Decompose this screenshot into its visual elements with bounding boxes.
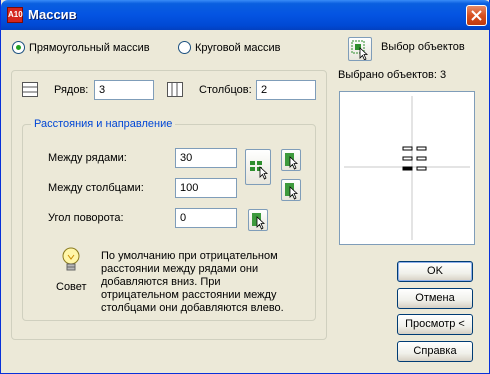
select-objects-icon <box>351 40 369 61</box>
rectangular-array-label: Прямоугольный массив <box>29 41 150 54</box>
pick-angle-icon <box>252 213 266 230</box>
pick-row-offset-icon <box>285 153 299 170</box>
lightbulb-icon <box>62 247 80 271</box>
help-button[interactable]: Справка <box>397 341 473 362</box>
rows-input[interactable]: 3 <box>94 80 154 100</box>
row-offset-label: Между рядами: <box>48 152 127 164</box>
preview-button[interactable]: Просмотр < <box>397 314 473 335</box>
offset-group-title: Расстояния и направление <box>31 118 176 130</box>
rows-icon <box>22 82 38 97</box>
polar-array-radio[interactable]: Круговой массив <box>178 41 281 54</box>
array-preview-graphic <box>344 96 470 240</box>
columns-icon <box>167 82 183 97</box>
title-bar[interactable]: A10 Массив <box>1 0 490 30</box>
rows-label: Рядов: <box>54 84 89 96</box>
columns-label: Столбцов: <box>199 84 252 96</box>
window-title: Массив <box>28 7 77 22</box>
close-button[interactable] <box>466 5 487 26</box>
pick-both-offsets-icon <box>250 161 269 180</box>
pick-angle-button[interactable] <box>248 209 268 231</box>
pick-both-offsets-button[interactable] <box>245 149 271 185</box>
tip-caption: Совет <box>56 281 87 293</box>
selected-count: Выбрано объектов: 3 <box>338 69 447 81</box>
radio-dot <box>178 41 191 54</box>
pick-column-offset-button[interactable] <box>281 179 301 201</box>
select-objects-button[interactable] <box>348 37 372 61</box>
columns-input[interactable]: 2 <box>256 80 316 100</box>
close-icon <box>471 10 482 21</box>
polar-array-label: Круговой массив <box>195 41 281 54</box>
select-objects-label: Выбор объектов <box>381 41 465 53</box>
tip-text: По умолчанию при отрицательном расстояни… <box>101 250 284 314</box>
pick-column-offset-icon <box>285 183 299 200</box>
column-offset-input[interactable]: 100 <box>175 178 237 198</box>
rectangular-array-radio[interactable]: Прямоугольный массив <box>12 41 150 54</box>
array-dialog: A10 Массив Прямоугольный массив Круговой… <box>0 0 490 374</box>
pick-row-offset-button[interactable] <box>281 149 301 171</box>
row-offset-input[interactable]: 30 <box>175 148 237 168</box>
array-preview <box>339 91 475 245</box>
autocad-app-icon: A10 <box>7 7 23 23</box>
angle-label: Угол поворота: <box>48 212 124 224</box>
column-offset-label: Между столбцами: <box>48 182 144 194</box>
radio-dot-checked <box>12 41 25 54</box>
angle-input[interactable]: 0 <box>175 208 237 228</box>
ok-button[interactable]: OK <box>397 261 473 282</box>
cancel-button[interactable]: Отмена <box>397 288 473 309</box>
